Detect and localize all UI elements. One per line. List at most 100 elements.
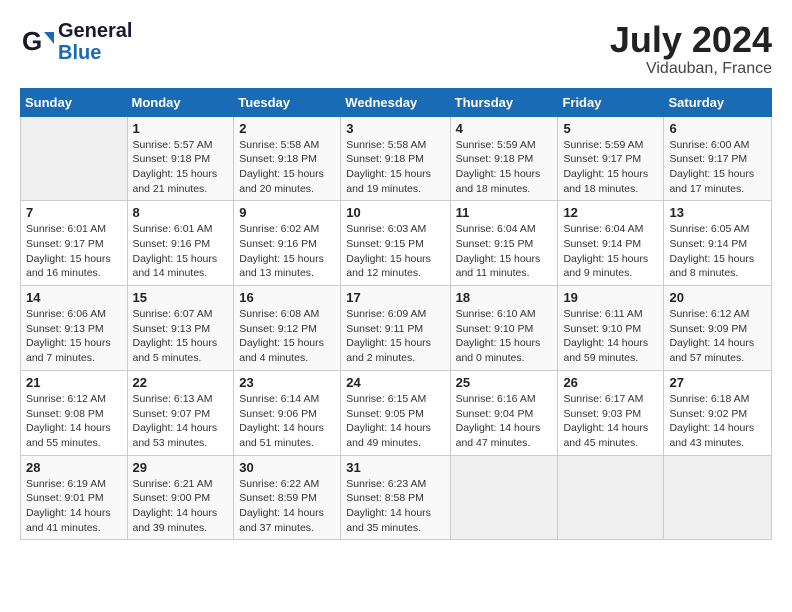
calendar-cell: 28Sunrise: 6:19 AMSunset: 9:01 PMDayligh… [21,455,128,540]
day-info: Sunrise: 6:15 AMSunset: 9:05 PMDaylight:… [346,392,444,451]
day-info: Sunrise: 6:16 AMSunset: 9:04 PMDaylight:… [456,392,553,451]
calendar-cell: 29 Sunrise: 6:21 AMSunset: 9:00 PMDayligh… [127,455,234,540]
day-info: Sunrise: 6:22 AMSunset: 8:59 PMDaylight:… [239,477,335,536]
day-number: 31 [346,460,444,475]
day-info: Sunrise: 6:13 AMSunset: 9:07 PMDaylight:… [133,392,229,451]
day-number: 4 [456,121,553,136]
calendar-cell: 21 Sunrise: 6:12 AMSunset: 9:08 PMDayligh… [21,370,128,455]
calendar-cell: 31 Sunrise: 6:23 AMSunset: 8:58 PMDayligh… [341,455,450,540]
day-number: 28 [26,460,122,475]
day-number: 19 [563,290,658,305]
calendar-cell: 3Sunrise: 5:58 AMSunset: 9:18 PMDaylight… [341,116,450,201]
day-number: 22 [133,375,229,390]
calendar-cell: 14 Sunrise: 6:06 AMSunset: 9:13 PMDayligh… [21,286,128,371]
calendar-cell: 25 Sunrise: 6:16 AMSunset: 9:04 PMDayligh… [450,370,558,455]
day-number: 23 [239,375,335,390]
day-number: 21 [26,375,122,390]
weekday-header-tuesday: Tuesday [234,88,341,116]
calendar-cell: 7 Sunrise: 6:01 AMSunset: 9:17 PMDaylight… [21,201,128,286]
day-number: 16 [239,290,335,305]
day-info: Sunrise: 6:14 AMSunset: 9:06 PMDaylight:… [239,392,335,451]
day-number: 5 [563,121,658,136]
day-info: Sunrise: 6:12 AMSunset: 9:09 PMDaylight:… [669,307,766,366]
calendar-cell: 12Sunrise: 6:04 AMSunset: 9:14 PMDayligh… [558,201,664,286]
day-number: 29 [133,460,229,475]
weekday-header-row: SundayMondayTuesdayWednesdayThursdayFrid… [21,88,772,116]
day-number: 9 [239,205,335,220]
day-info: Sunrise: 6:12 AMSunset: 9:08 PMDaylight:… [26,392,122,451]
day-info: Sunrise: 6:10 AMSunset: 9:10 PMDaylight:… [456,307,553,366]
day-number: 2 [239,121,335,136]
day-number: 12 [563,205,658,220]
calendar-cell: 1 Sunrise: 5:57 AMSunset: 9:18 PMDaylight… [127,116,234,201]
day-number: 7 [26,205,122,220]
calendar-cell: 6Sunrise: 6:00 AMSunset: 9:17 PMDaylight… [664,116,772,201]
day-number: 1 [133,121,229,136]
day-info: Sunrise: 6:23 AMSunset: 8:58 PMDaylight:… [346,477,444,536]
calendar-cell: 4 Sunrise: 5:59 AMSunset: 9:18 PMDaylight… [450,116,558,201]
weekday-header-thursday: Thursday [450,88,558,116]
calendar-cell: 16 Sunrise: 6:08 AMSunset: 9:12 PMDayligh… [234,286,341,371]
day-info: Sunrise: 6:11 AMSunset: 9:10 PMDaylight:… [563,307,658,366]
logo-blue: Blue [58,42,132,64]
day-info: Sunrise: 6:08 AMSunset: 9:12 PMDaylight:… [239,307,335,366]
location-title: Vidauban, France [610,60,772,78]
calendar-cell: 24Sunrise: 6:15 AMSunset: 9:05 PMDayligh… [341,370,450,455]
calendar-cell: 17Sunrise: 6:09 AMSunset: 9:11 PMDayligh… [341,286,450,371]
calendar-cell: 27 Sunrise: 6:18 AMSunset: 9:02 PMDayligh… [664,370,772,455]
calendar-cell: 2 Sunrise: 5:58 AMSunset: 9:18 PMDaylight… [234,116,341,201]
day-number: 27 [669,375,766,390]
calendar-cell: 26 Sunrise: 6:17 AMSunset: 9:03 PMDayligh… [558,370,664,455]
weekday-header-monday: Monday [127,88,234,116]
calendar-cell [664,455,772,540]
calendar-cell: 30 Sunrise: 6:22 AMSunset: 8:59 PMDayligh… [234,455,341,540]
logo: G General Blue [20,20,132,64]
day-number: 13 [669,205,766,220]
day-number: 3 [346,121,444,136]
day-number: 30 [239,460,335,475]
day-number: 14 [26,290,122,305]
week-row-3: 14 Sunrise: 6:06 AMSunset: 9:13 PMDayligh… [21,286,772,371]
day-info: Sunrise: 6:21 AMSunset: 9:00 PMDaylight:… [133,477,229,536]
weekday-header-saturday: Saturday [664,88,772,116]
calendar-cell: 8 Sunrise: 6:01 AMSunset: 9:16 PMDaylight… [127,201,234,286]
calendar-cell: 13 Sunrise: 6:05 AMSunset: 9:14 PMDayligh… [664,201,772,286]
day-number: 8 [133,205,229,220]
calendar-cell: 11 Sunrise: 6:04 AMSunset: 9:15 PMDayligh… [450,201,558,286]
month-title: July 2024 [610,20,772,60]
calendar-cell: 22 Sunrise: 6:13 AMSunset: 9:07 PMDayligh… [127,370,234,455]
day-number: 20 [669,290,766,305]
calendar-cell: 23 Sunrise: 6:14 AMSunset: 9:06 PMDayligh… [234,370,341,455]
day-info: Sunrise: 6:09 AMSunset: 9:11 PMDaylight:… [346,307,444,366]
day-info: Sunrise: 6:06 AMSunset: 9:13 PMDaylight:… [26,307,122,366]
calendar-cell: 18Sunrise: 6:10 AMSunset: 9:10 PMDayligh… [450,286,558,371]
day-number: 26 [563,375,658,390]
weekday-header-wednesday: Wednesday [341,88,450,116]
calendar-cell: 19 Sunrise: 6:11 AMSunset: 9:10 PMDayligh… [558,286,664,371]
week-row-1: 1 Sunrise: 5:57 AMSunset: 9:18 PMDaylight… [21,116,772,201]
day-info: Sunrise: 6:01 AMSunset: 9:16 PMDaylight:… [133,222,229,281]
day-info: Sunrise: 5:58 AMSunset: 9:18 PMDaylight:… [239,138,335,197]
day-number: 6 [669,121,766,136]
calendar-cell [450,455,558,540]
day-number: 15 [133,290,229,305]
day-number: 11 [456,205,553,220]
page-header: G General Blue July 2024 Vidauban, Franc… [20,20,772,78]
svg-text:G: G [22,26,42,56]
day-info: Sunrise: 6:02 AMSunset: 9:16 PMDaylight:… [239,222,335,281]
day-number: 25 [456,375,553,390]
day-info: Sunrise: 5:57 AMSunset: 9:18 PMDaylight:… [133,138,229,197]
calendar-cell [21,116,128,201]
day-info: Sunrise: 5:59 AMSunset: 9:17 PMDaylight:… [563,138,658,197]
week-row-4: 21 Sunrise: 6:12 AMSunset: 9:08 PMDayligh… [21,370,772,455]
day-info: Sunrise: 6:05 AMSunset: 9:14 PMDaylight:… [669,222,766,281]
logo-icon: G [20,24,56,60]
day-info: Sunrise: 6:01 AMSunset: 9:17 PMDaylight:… [26,222,122,281]
day-info: Sunrise: 5:59 AMSunset: 9:18 PMDaylight:… [456,138,553,197]
weekday-header-friday: Friday [558,88,664,116]
calendar-cell: 5 Sunrise: 5:59 AMSunset: 9:17 PMDaylight… [558,116,664,201]
calendar-cell [558,455,664,540]
day-info: Sunrise: 6:18 AMSunset: 9:02 PMDaylight:… [669,392,766,451]
day-info: Sunrise: 6:17 AMSunset: 9:03 PMDaylight:… [563,392,658,451]
day-info: Sunrise: 6:04 AMSunset: 9:15 PMDaylight:… [456,222,553,281]
